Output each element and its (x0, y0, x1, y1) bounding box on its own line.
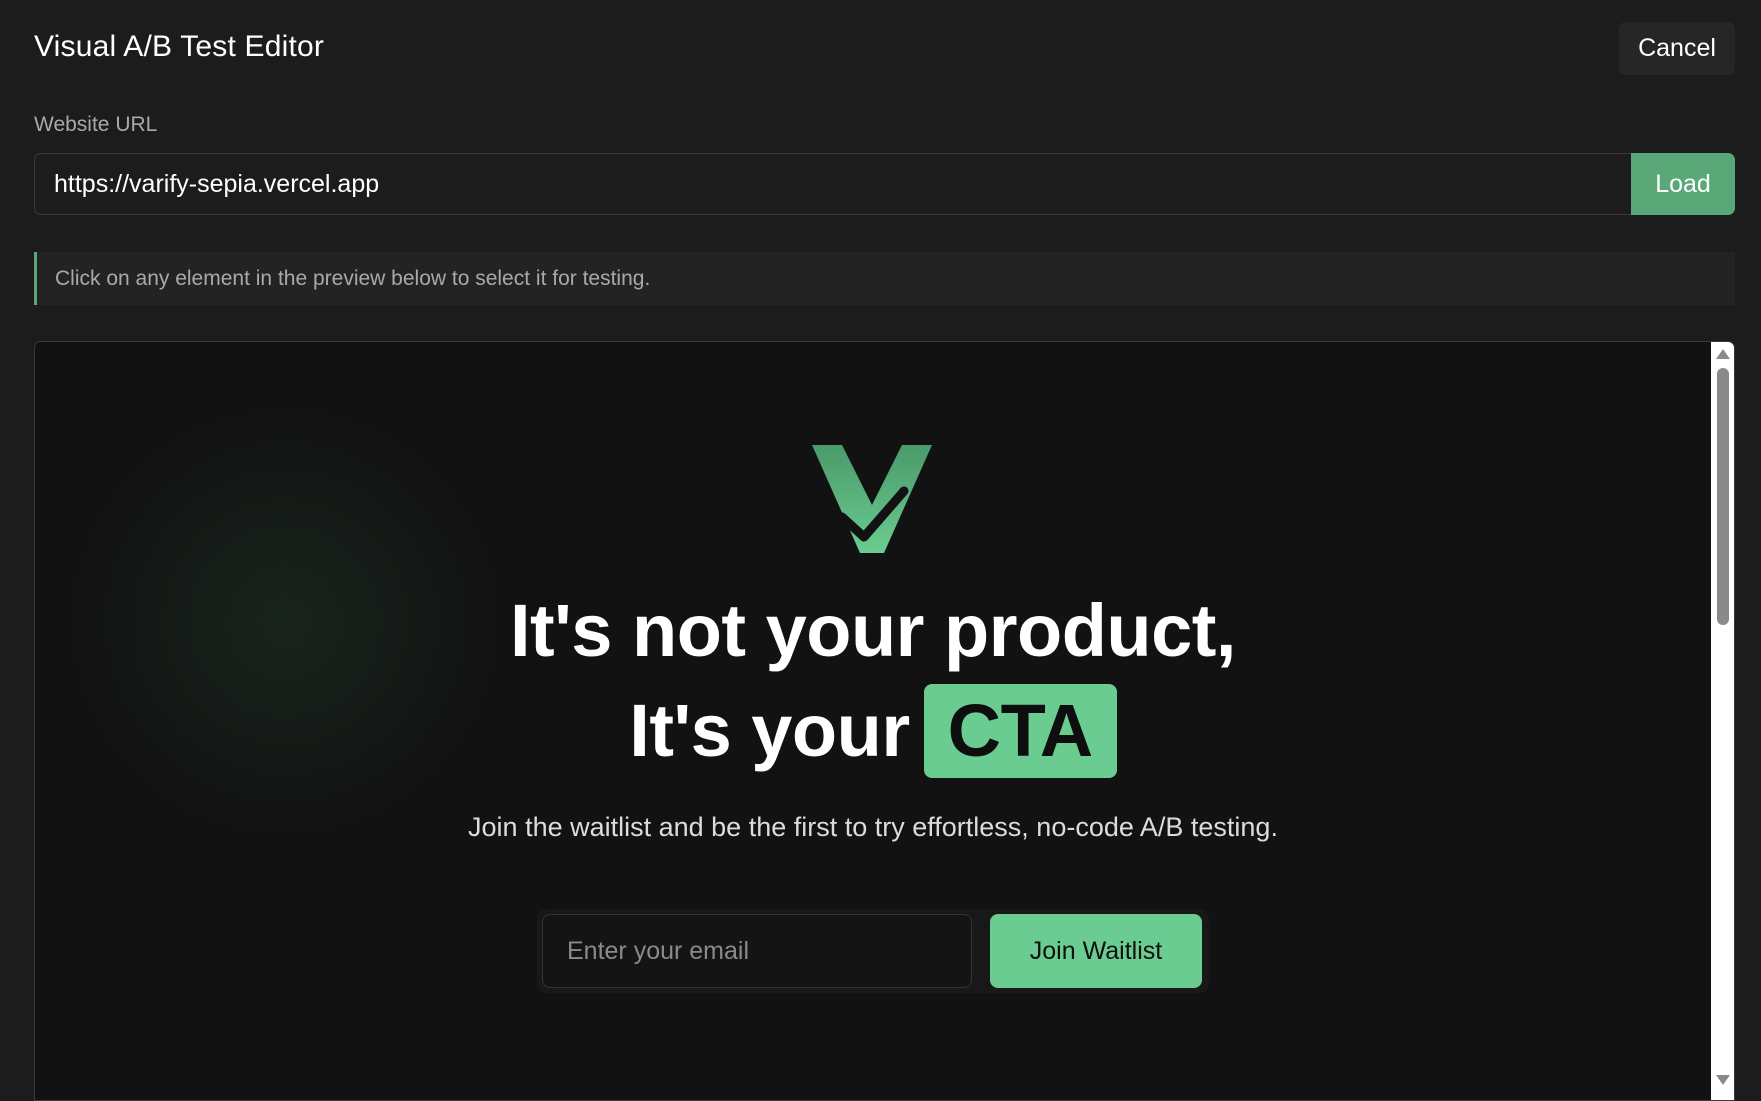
editor-header: Visual A/B Test Editor Cancel (0, 0, 1761, 100)
waitlist-form[interactable]: Join Waitlist (537, 909, 1209, 993)
preview-frame[interactable]: It's not your product, It's your CTA Joi… (34, 341, 1735, 1101)
scroll-thumb[interactable] (1717, 368, 1729, 625)
preview-subtitle[interactable]: Join the waitlist and be the first to tr… (35, 812, 1711, 843)
preview-content[interactable]: It's not your product, It's your CTA Joi… (35, 342, 1711, 1100)
headline-line-2-prefix[interactable]: It's your (629, 694, 910, 768)
headline-line-2[interactable]: It's your CTA (35, 684, 1711, 778)
load-button[interactable]: Load (1631, 153, 1735, 215)
page-title: Visual A/B Test Editor (34, 30, 325, 63)
preview-scrollbar[interactable] (1711, 342, 1734, 1100)
email-input[interactable] (542, 914, 972, 988)
website-url-input[interactable] (34, 153, 1631, 215)
scroll-down-arrow-icon[interactable] (1716, 1075, 1730, 1085)
varify-logo-icon[interactable] (812, 445, 932, 553)
cta-highlight-badge[interactable]: CTA (923, 684, 1117, 778)
url-row: Load (34, 153, 1735, 215)
scroll-up-arrow-icon[interactable] (1716, 349, 1730, 359)
instruction-text: Click on any element in the preview belo… (55, 266, 651, 290)
instruction-banner: Click on any element in the preview belo… (34, 252, 1735, 305)
headline-line-1[interactable]: It's not your product, (35, 594, 1711, 668)
website-url-label: Website URL (34, 113, 158, 136)
join-waitlist-button[interactable]: Join Waitlist (990, 914, 1202, 988)
cancel-button[interactable]: Cancel (1619, 22, 1735, 75)
